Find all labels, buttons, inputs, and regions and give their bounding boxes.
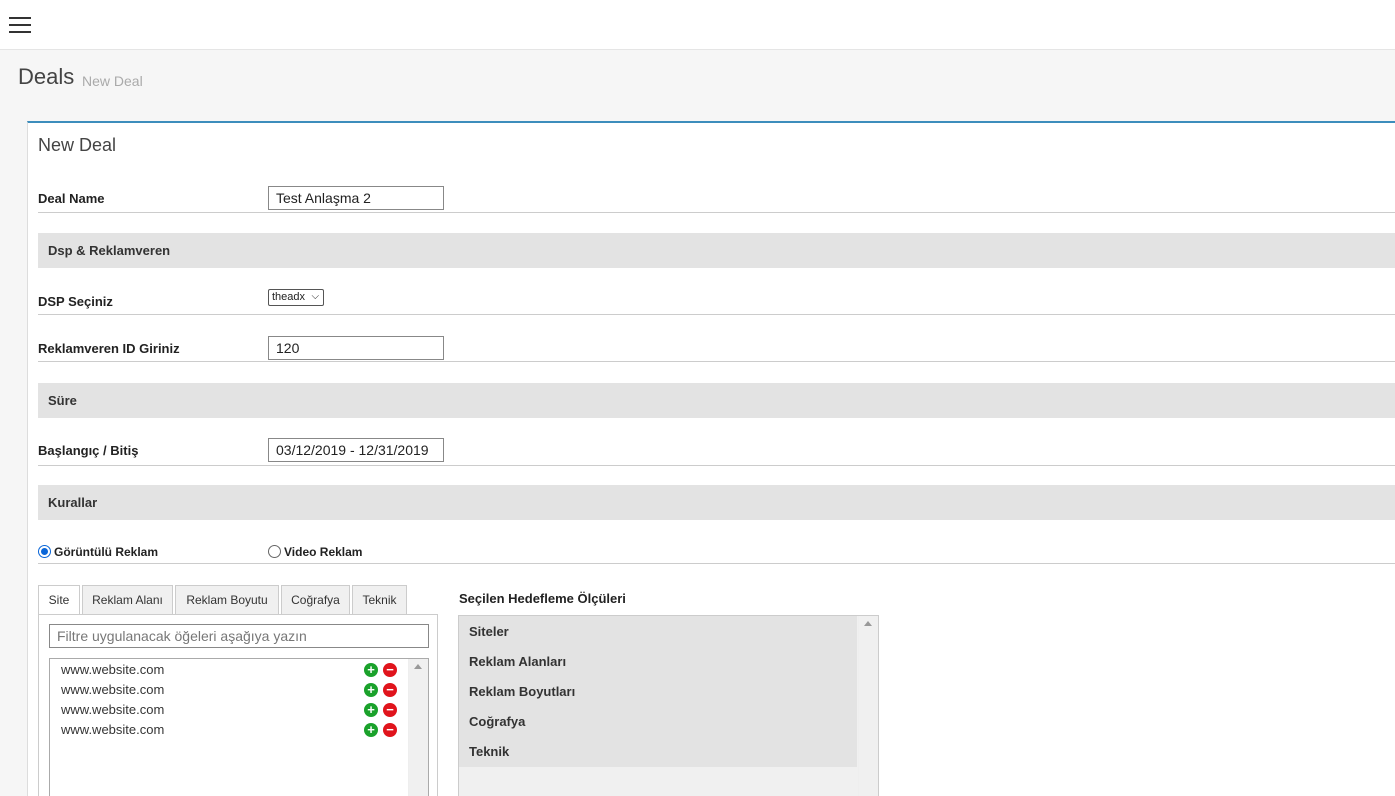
top-navbar — [0, 0, 1395, 50]
list-item: www.website.com — [61, 702, 165, 717]
deal-name-label: Deal Name — [38, 191, 105, 206]
minus-icon[interactable]: − — [383, 683, 397, 697]
date-label: Başlangıç / Bitiş — [38, 443, 139, 458]
advertiser-row: Reklamveren ID Giriniz 120 — [38, 328, 1395, 362]
plus-icon[interactable]: + — [364, 663, 378, 677]
advertiser-label: Reklamveren ID Giriniz — [38, 341, 180, 356]
dsp-section-title: Dsp & Reklamveren — [48, 243, 171, 258]
scroll-up-icon[interactable] — [864, 621, 872, 626]
display-ad-option[interactable]: Görüntülü Reklam — [38, 545, 158, 559]
list-item: www.website.com — [61, 662, 165, 677]
tab-ad-size[interactable]: Reklam Boyutu — [175, 585, 279, 614]
deal-name-row: Deal Name Test Anlaşma 2 — [38, 175, 1395, 213]
tab-geography[interactable]: Coğrafya — [281, 585, 350, 614]
list-item[interactable]: Siteler — [469, 624, 509, 639]
plus-icon[interactable]: + — [364, 703, 378, 717]
tab-ad-slot[interactable]: Reklam Alanı — [82, 585, 173, 614]
hamburger-icon[interactable] — [9, 17, 31, 33]
selected-targeting-list: Siteler Reklam Alanları Reklam Boyutları… — [459, 616, 857, 767]
list-item[interactable]: Reklam Alanları — [469, 654, 566, 669]
deal-name-input[interactable]: Test Anlaşma 2 — [268, 186, 444, 210]
plus-icon[interactable]: + — [364, 683, 378, 697]
dsp-select-value: theadx — [272, 291, 306, 303]
video-ad-option[interactable]: Video Reklam — [268, 545, 362, 559]
date-row: Başlangıç / Bitiş 03/12/2019 - 12/31/201… — [38, 430, 1395, 466]
date-range-input[interactable]: 03/12/2019 - 12/31/2019 — [268, 438, 444, 462]
scroll-up-icon[interactable] — [414, 664, 422, 669]
new-deal-box: New Deal Deal Name Test Anlaşma 2 Dsp & … — [27, 121, 1395, 796]
site-tab-panel: Filtre uygulanacak öğeleri aşağıya yazın… — [38, 614, 438, 796]
plus-icon[interactable]: + — [364, 723, 378, 737]
list-item[interactable]: Coğrafya — [469, 714, 525, 729]
list-item[interactable]: Teknik — [469, 744, 509, 759]
rules-section-header: Kurallar — [38, 485, 1395, 520]
filter-input[interactable]: Filtre uygulanacak öğeleri aşağıya yazın — [49, 624, 429, 648]
video-ad-label: Video Reklam — [284, 545, 363, 559]
dsp-select[interactable]: theadx ⌵ — [268, 289, 325, 306]
selected-targeting-title: Seçilen Hedefleme Ölçüleri — [459, 591, 626, 606]
dsp-row: DSP Seçiniz theadx ⌵ — [38, 289, 1395, 315]
tab-technical[interactable]: Teknik — [352, 585, 407, 614]
dsp-section-header: Dsp & Reklamveren — [38, 233, 1395, 268]
rules-section-title: Kurallar — [48, 495, 98, 510]
chevron-down-icon: ⌵ — [311, 291, 320, 302]
list-item[interactable]: Reklam Boyutları — [469, 684, 575, 699]
list-item: www.website.com — [61, 722, 165, 737]
minus-icon[interactable]: − — [383, 703, 397, 717]
minus-icon[interactable]: − — [383, 663, 397, 677]
video-ad-radio[interactable] — [268, 545, 281, 558]
selected-scrollbar[interactable] — [858, 616, 878, 796]
minus-icon[interactable]: − — [383, 723, 397, 737]
display-ad-label: Görüntülü Reklam — [54, 545, 159, 559]
list-scrollbar[interactable] — [408, 659, 428, 796]
site-list: www.website.com + − www.website.com + − … — [49, 658, 429, 796]
ad-type-row: Görüntülü Reklam Video Reklam — [38, 535, 1395, 564]
page-title: Deals — [18, 64, 75, 89]
box-title: New Deal — [38, 135, 117, 155]
duration-section-title: Süre — [48, 393, 77, 408]
display-ad-radio[interactable] — [38, 545, 51, 558]
selected-targeting-box: Siteler Reklam Alanları Reklam Boyutları… — [458, 615, 879, 796]
page-subtitle: New Deal — [82, 73, 143, 89]
dsp-label: DSP Seçiniz — [38, 294, 113, 309]
advertiser-input[interactable]: 120 — [268, 336, 444, 360]
list-item: www.website.com — [61, 682, 165, 697]
duration-section-header: Süre — [38, 383, 1395, 418]
tab-site[interactable]: Site — [38, 585, 80, 615]
